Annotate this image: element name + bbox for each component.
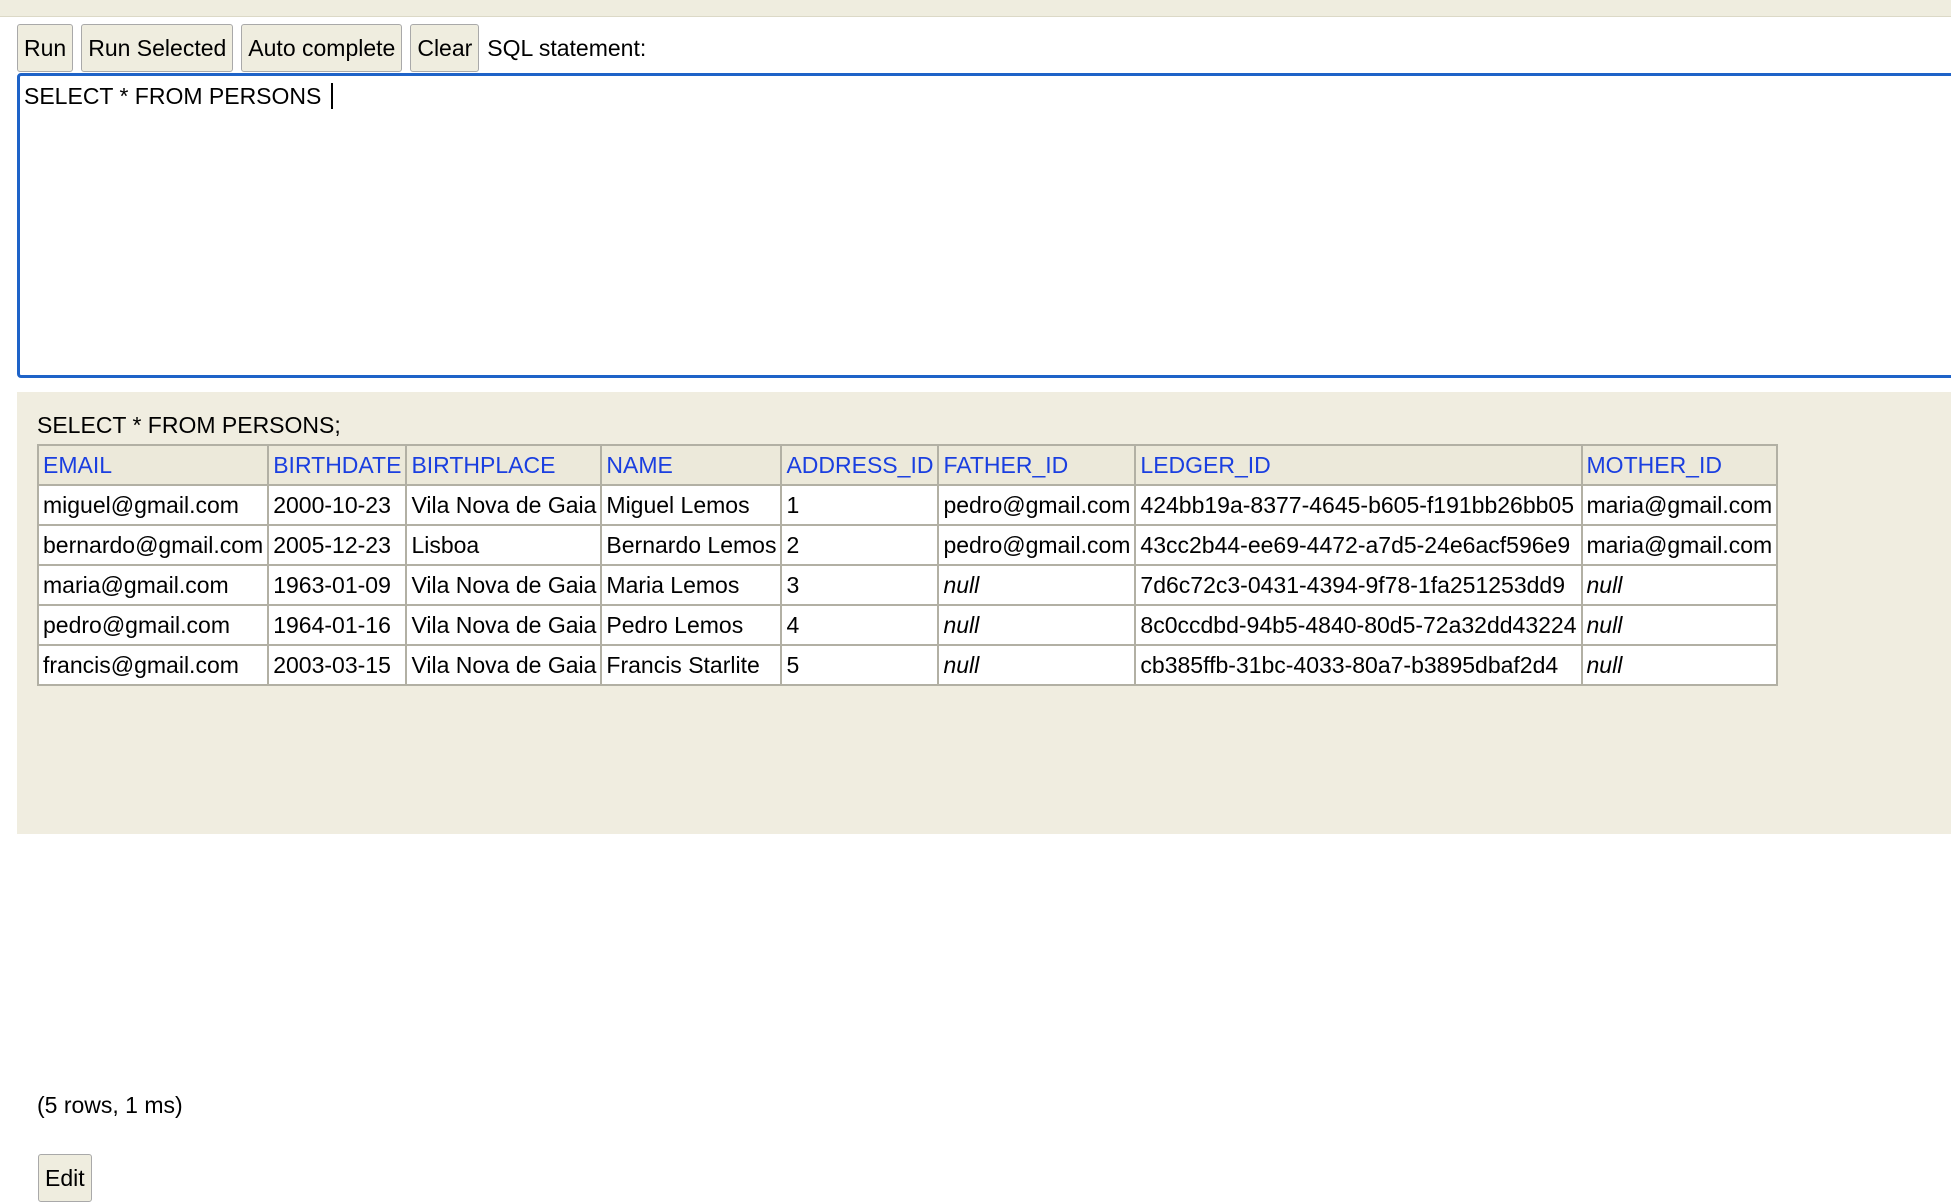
cell-father-id: pedro@gmail.com <box>937 524 1137 566</box>
cell-address-id: 2 <box>780 524 940 566</box>
sql-editor-text: SELECT * FROM PERSONS <box>24 83 328 109</box>
result-summary: (5 rows, 1 ms) <box>37 1092 183 1118</box>
cell-birthdate: 1964-01-16 <box>267 604 408 646</box>
cell-birthdate: 2005-12-23 <box>267 524 408 566</box>
cell-birthplace: Vila Nova de Gaia <box>405 644 603 686</box>
cell-mother-id: maria@gmail.com <box>1580 484 1779 526</box>
cell-address-id: 1 <box>780 484 940 526</box>
cell-ledger-id: 8c0ccdbd-94b5-4840-80d5-72a32dd43224 <box>1134 604 1583 646</box>
column-header-address-id[interactable]: ADDRESS_ID <box>780 444 940 486</box>
auto-complete-button[interactable]: Auto complete <box>241 24 403 72</box>
edit-button[interactable]: Edit <box>38 1154 92 1202</box>
cell-birthplace: Vila Nova de Gaia <box>405 564 603 606</box>
cell-mother-id: null <box>1580 564 1779 606</box>
cell-father-id: null <box>937 604 1137 646</box>
top-frame-strip <box>0 0 1951 17</box>
text-caret <box>330 83 333 109</box>
column-header-ledger-id[interactable]: LEDGER_ID <box>1134 444 1583 486</box>
cell-birthplace: Lisboa <box>405 524 603 566</box>
cell-name: Maria Lemos <box>600 564 783 606</box>
table-header-row: EMAIL BIRTHDATE BIRTHPLACE NAME ADDRESS_… <box>36 444 1779 486</box>
cell-email: maria@gmail.com <box>36 564 270 606</box>
cell-birthdate: 2003-03-15 <box>267 644 408 686</box>
cell-mother-id: maria@gmail.com <box>1580 524 1779 566</box>
cell-ledger-id: 424bb19a-8377-4645-b605-f191bb26bb05 <box>1134 484 1583 526</box>
column-header-father-id[interactable]: FATHER_ID <box>937 444 1137 486</box>
column-header-birthplace[interactable]: BIRTHPLACE <box>405 444 603 486</box>
cell-ledger-id: 7d6c72c3-0431-4394-9f78-1fa251253dd9 <box>1134 564 1583 606</box>
sql-statement-label: SQL statement: <box>487 34 647 61</box>
table-row: miguel@gmail.com 2000-10-23 Vila Nova de… <box>36 484 1779 526</box>
cell-father-id: null <box>937 564 1137 606</box>
cell-birthplace: Vila Nova de Gaia <box>405 604 603 646</box>
cell-father-id: null <box>937 644 1137 686</box>
cell-mother-id: null <box>1580 644 1779 686</box>
cell-email: francis@gmail.com <box>36 644 270 686</box>
cell-email: miguel@gmail.com <box>36 484 270 526</box>
cell-name: Francis Starlite <box>600 644 783 686</box>
table-row: maria@gmail.com 1963-01-09 Vila Nova de … <box>36 564 1779 606</box>
sql-editor[interactable]: SELECT * FROM PERSONS <box>17 73 1951 378</box>
cell-name: Miguel Lemos <box>600 484 783 526</box>
cell-ledger-id: cb385ffb-31bc-4033-80a7-b3895dbaf2d4 <box>1134 644 1583 686</box>
table-row: francis@gmail.com 2003-03-15 Vila Nova d… <box>36 644 1779 686</box>
cell-father-id: pedro@gmail.com <box>937 484 1137 526</box>
cell-email: pedro@gmail.com <box>36 604 270 646</box>
cell-address-id: 4 <box>780 604 940 646</box>
column-header-email[interactable]: EMAIL <box>36 444 270 486</box>
run-button[interactable]: Run <box>17 24 74 72</box>
table-row: pedro@gmail.com 1964-01-16 Vila Nova de … <box>36 604 1779 646</box>
cell-birthdate: 2000-10-23 <box>267 484 408 526</box>
table-row: bernardo@gmail.com 2005-12-23 Lisboa Ber… <box>36 524 1779 566</box>
query-toolbar: Run Run Selected Auto complete Clear SQL… <box>17 24 646 72</box>
cell-birthdate: 1963-01-09 <box>267 564 408 606</box>
column-header-name[interactable]: NAME <box>600 444 783 486</box>
cell-name: Bernardo Lemos <box>600 524 783 566</box>
cell-address-id: 5 <box>780 644 940 686</box>
run-selected-button[interactable]: Run Selected <box>81 24 234 72</box>
cell-ledger-id: 43cc2b44-ee69-4472-a7d5-24e6acf596e9 <box>1134 524 1583 566</box>
cell-birthplace: Vila Nova de Gaia <box>405 484 603 526</box>
result-panel: SELECT * FROM PERSONS; EMAIL BIRTHDATE B… <box>17 392 1951 1202</box>
cell-email: bernardo@gmail.com <box>36 524 270 566</box>
column-header-birthdate[interactable]: BIRTHDATE <box>267 444 408 486</box>
result-table: EMAIL BIRTHDATE BIRTHPLACE NAME ADDRESS_… <box>36 444 1779 686</box>
cell-address-id: 3 <box>780 564 940 606</box>
executed-query: SELECT * FROM PERSONS; <box>37 412 341 438</box>
clear-button[interactable]: Clear <box>410 24 480 72</box>
cell-name: Pedro Lemos <box>600 604 783 646</box>
cell-mother-id: null <box>1580 604 1779 646</box>
column-header-mother-id[interactable]: MOTHER_ID <box>1580 444 1779 486</box>
